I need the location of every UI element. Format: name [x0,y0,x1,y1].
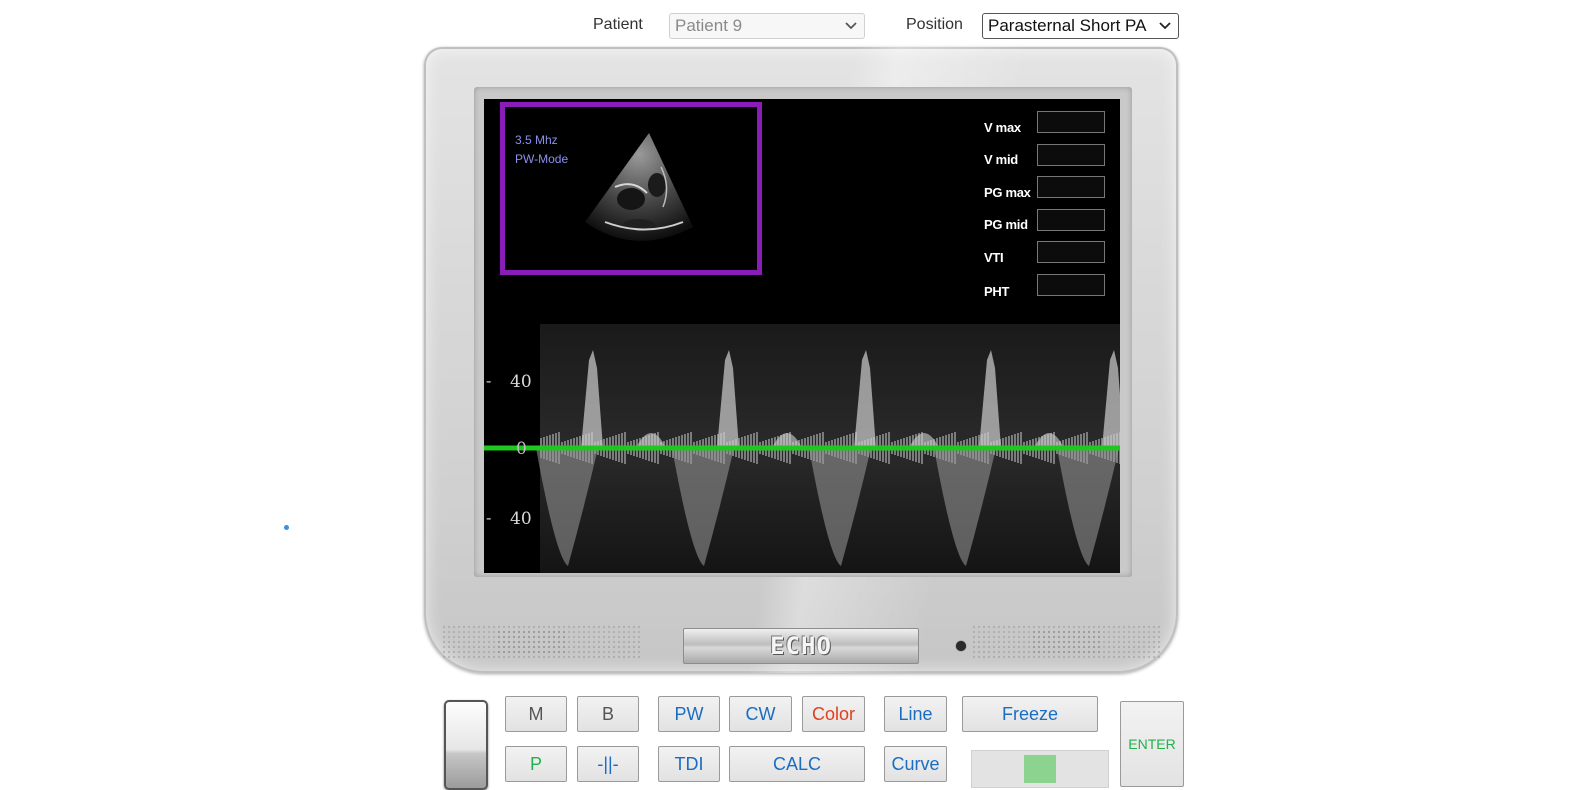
probe-toggle-icon[interactable] [444,700,488,790]
scale-label-bottom: 40 [510,509,532,529]
measure-field-vmax[interactable] [1037,111,1105,133]
measure-label-vmid: V mid [984,152,1018,167]
calc-button[interactable]: CALC [729,746,865,782]
preview-mode: PW-Mode [515,152,569,166]
cursor-indicator [284,525,289,530]
scale-label-zero: 0 [516,439,527,459]
heart-sector-image [585,133,693,241]
scale-tick-bottom: - [486,508,491,527]
measure-label-vti: VTI [984,250,1004,265]
split-button[interactable]: -||- [577,746,639,782]
measure-field-vti[interactable] [1037,241,1105,263]
b-mode-button[interactable]: B [577,696,639,732]
measure-field-pht[interactable] [1037,274,1105,296]
p-button[interactable]: P [505,746,567,782]
measure-field-pgmax[interactable] [1037,176,1105,198]
gain-slider[interactable] [971,750,1109,788]
chevron-down-icon [845,22,857,30]
measure-label-vmax: V max [984,120,1021,135]
cw-mode-button[interactable]: CW [729,696,792,732]
m-mode-button[interactable]: M [505,696,567,732]
measure-field-pgmid[interactable] [1037,209,1105,231]
position-select[interactable]: Parasternal Short PA [982,13,1179,39]
b-mode-preview: 3.5 Mhz PW-Mode [500,102,762,275]
color-mode-button[interactable]: Color [802,696,865,732]
speaker-grill-icon [442,625,642,659]
line-button[interactable]: Line [884,696,947,732]
speaker-grill-icon [972,625,1162,659]
pw-mode-button[interactable]: PW [658,696,720,732]
tdi-button[interactable]: TDI [658,746,720,782]
measure-label-pgmid: PG mid [984,217,1028,232]
measure-label-pht: PHT [984,284,1010,299]
power-led-icon [956,641,966,651]
doppler-spectrum: - 40 0 - 40 [484,324,1120,573]
scale-label-top: 40 [510,372,532,392]
echo-monitor: 3.5 Mhz PW-Mode V max V mid PG max PG mi… [424,47,1178,673]
position-select-value: Parasternal Short PA [988,16,1147,35]
chevron-down-icon [1159,22,1171,30]
curve-button[interactable]: Curve [884,746,947,782]
measure-field-vmid[interactable] [1037,144,1105,166]
preview-frequency: 3.5 Mhz [515,133,558,147]
patient-select[interactable]: Patient 9 [669,13,865,39]
patient-label: Patient [593,16,643,33]
measure-label-pgmax: PG max [984,185,1031,200]
echo-brand-badge: ECHO [683,628,919,664]
position-label: Position [906,16,963,33]
scale-tick-top: - [486,371,491,390]
freeze-button[interactable]: Freeze [962,696,1098,732]
ultrasound-screen: 3.5 Mhz PW-Mode V max V mid PG max PG mi… [484,99,1120,573]
gain-slider-thumb[interactable] [1024,755,1056,783]
patient-select-value: Patient 9 [675,16,743,35]
enter-button[interactable]: ENTER [1120,701,1184,787]
